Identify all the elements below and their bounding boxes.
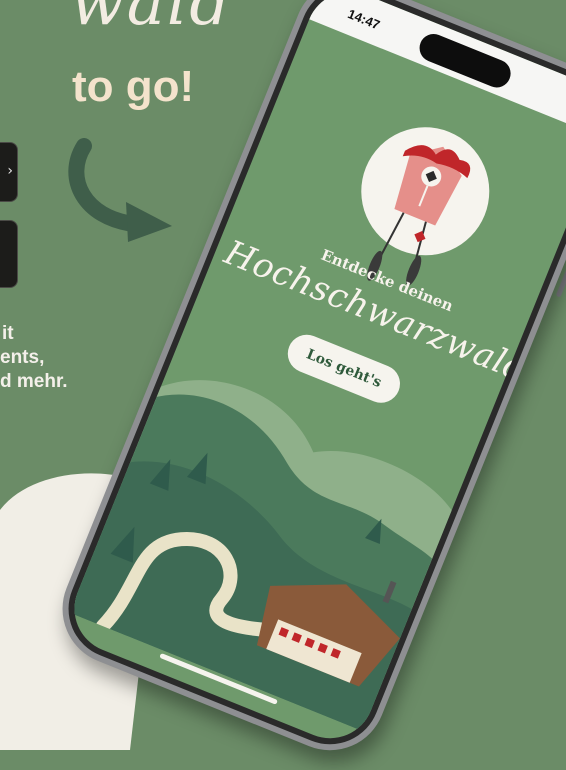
promo-script-headline: wald — [70, 0, 233, 40]
app-screen: 14:47 Entdecke deinen Hochschwarzwald Lo… — [61, 0, 566, 752]
chevron-right-icon: › — [7, 163, 13, 179]
app-store-badge[interactable]: › — [0, 142, 18, 202]
promo-body-line: ents, — [0, 347, 45, 368]
promo-body-line: d mehr. — [0, 371, 68, 392]
promo-headline: to go! — [72, 62, 195, 111]
phone-mockup: 14:47 Entdecke deinen Hochschwarzwald Lo… — [45, 0, 566, 768]
play-store-badge[interactable] — [0, 220, 18, 288]
promo-body-line: it — [2, 323, 14, 344]
cuckoo-clock-illustration — [341, 107, 509, 286]
promo-body-text: it ents, d mehr. — [0, 322, 68, 394]
curved-arrow-icon — [68, 138, 172, 242]
